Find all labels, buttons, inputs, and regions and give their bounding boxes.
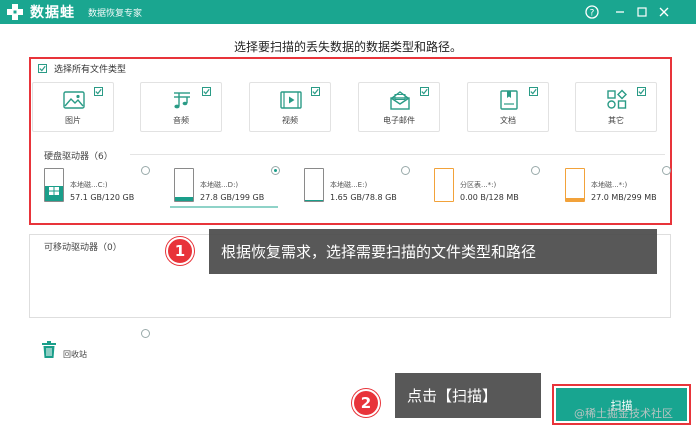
file-type-label: 其它 [608,116,624,125]
checkbox-icon[interactable] [202,87,211,96]
image-icon [63,91,85,109]
file-type-label: 文档 [500,116,516,125]
svg-text:?: ? [590,8,595,18]
drive-icon [434,168,454,202]
recycle-bin-label[interactable]: 回收站 [63,349,87,360]
callout-text: 根据恢复需求，选择需要扫描的文件类型和路径 [221,243,537,261]
checkbox-icon[interactable] [38,64,47,73]
file-type-document[interactable]: 文档 [467,82,549,132]
drive-name: 本地磁...C:) [70,181,108,189]
file-type-label: 视频 [282,116,298,125]
frog-logo-icon [7,4,23,20]
checkbox-icon[interactable] [637,87,646,96]
file-type-audio[interactable]: 音频 [140,82,222,132]
app-subtitle: 数据恢复专家 [88,9,143,19]
divider [130,154,665,155]
drive-fill [175,196,193,201]
checkbox-icon[interactable] [420,87,429,96]
page-heading: 选择要扫描的丢失数据的数据类型和路径。 [233,40,462,54]
file-type-label: 电子邮件 [383,116,415,125]
drive-size: 0.00 B/128 MB [460,193,519,202]
drive-icon [565,168,585,202]
maximize-icon[interactable] [634,4,650,20]
drive-c[interactable]: 本地磁...C:) 57.1 GB/120 GB [44,168,174,208]
drive-e[interactable]: 本地磁...E:) 1.65 GB/78.8 GB [304,168,434,208]
file-type-other[interactable]: 其它 [575,82,657,132]
checkbox-icon[interactable] [311,87,320,96]
recycle-bin-radio[interactable] [141,329,150,338]
drive-name: 本地磁...D:) [200,181,239,189]
trash-icon[interactable] [41,341,57,359]
drive-partition-radio[interactable] [531,166,540,175]
select-all-checkbox[interactable]: 选择所有文件类型 [38,62,126,75]
checkbox-icon[interactable] [529,87,538,96]
minimize-icon[interactable] [612,4,628,20]
windows-icon [49,187,59,195]
drive-icon [44,168,64,202]
hard-drives-label: 硬盘驱动器（6） [44,152,113,162]
step-badge-2: 2 [352,389,380,417]
video-icon [280,91,302,109]
drive-d[interactable]: 本地磁...D:) 27.8 GB/199 GB [174,168,304,208]
drive-d-radio[interactable] [271,166,280,175]
file-type-label: 音频 [173,116,189,125]
drive-size: 27.8 GB/199 GB [200,193,265,202]
drive-size: 57.1 GB/120 GB [70,193,135,202]
watermark: @稀土掘金技术社区 [574,407,673,420]
drive-size: 27.0 MB/299 MB [591,193,657,202]
removable-drives-label: 可移动驱动器（0） [44,243,122,253]
file-type-image[interactable]: 图片 [32,82,114,132]
callout-step-1: 根据恢复需求，选择需要扫描的文件类型和路径 [209,229,657,274]
music-note-icon [174,92,190,109]
drive-icon [174,168,194,202]
drive-c-radio[interactable] [141,166,150,175]
other-shapes-icon [607,89,627,109]
checkbox-icon[interactable] [94,87,103,96]
help-icon[interactable]: ? [584,4,600,20]
file-type-email[interactable]: 电子邮件 [358,82,440,132]
drive-local-unnamed[interactable]: 本地磁...*:) 27.0 MB/299 MB [565,168,695,208]
drive-fill [566,198,584,201]
email-icon [390,91,410,110]
drive-e-radio[interactable] [401,166,410,175]
drive-icon [304,168,324,202]
drive-name: 分区表...*:) [460,181,497,189]
file-type-label: 图片 [65,116,81,125]
drive-local-radio[interactable] [662,166,671,175]
drive-name: 本地磁...E:) [330,181,368,189]
file-type-video[interactable]: 视频 [249,82,331,132]
brand-name: 数据蛙 [30,5,75,21]
drive-name: 本地磁...*:) [591,181,628,189]
document-icon [500,90,518,110]
close-icon[interactable] [656,4,672,20]
drive-fill [305,200,323,201]
selected-drive-indicator [170,206,278,208]
step-badge-1: 1 [166,237,194,265]
callout-step-2: 点击【扫描】 [395,373,541,418]
drive-partition-table[interactable]: 分区表...*:) 0.00 B/128 MB [434,168,564,208]
drive-size: 1.65 GB/78.8 GB [330,193,397,202]
callout-text: 点击【扫描】 [407,387,498,405]
title-bar: 数据蛙 数据恢复专家 ? [0,0,696,24]
select-all-label: 选择所有文件类型 [54,65,127,75]
